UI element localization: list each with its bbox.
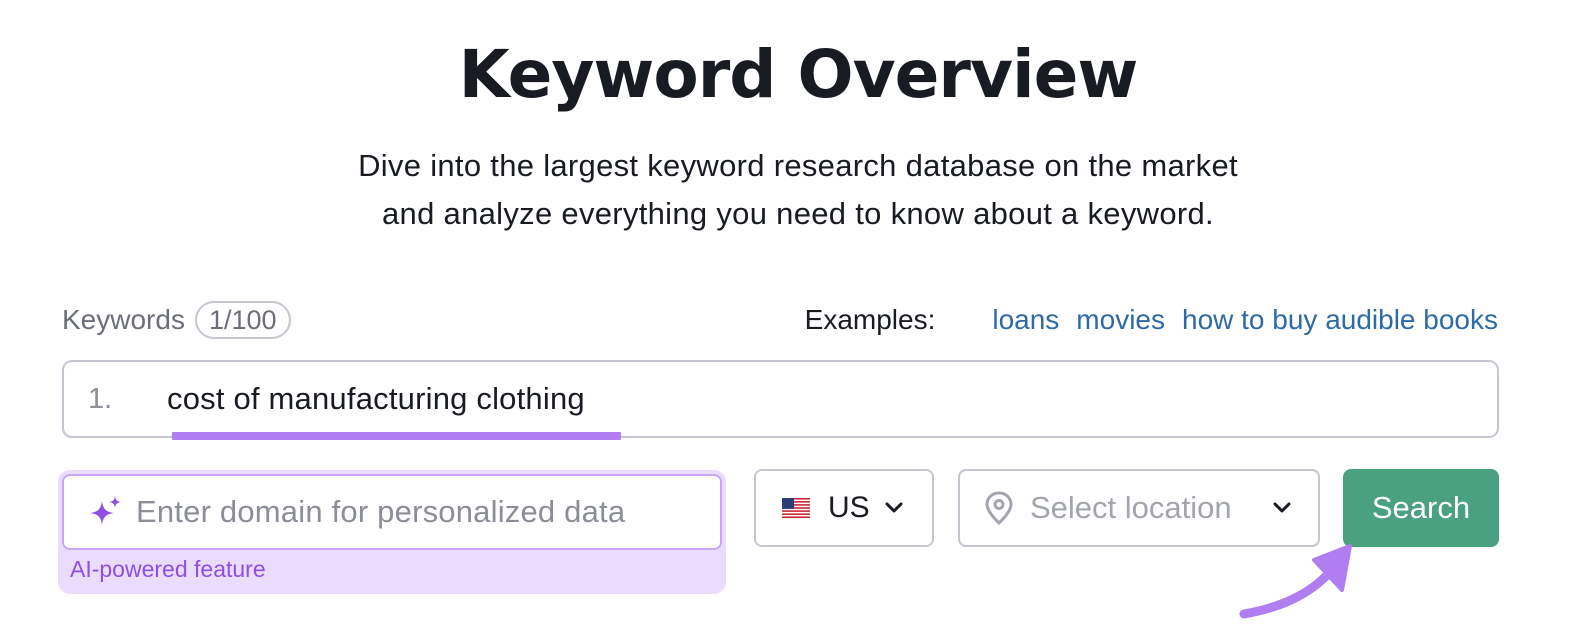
subtitle-line-1: Dive into the largest keyword research d… xyxy=(358,148,1238,183)
keywords-label: Keywords xyxy=(62,304,185,335)
subtitle-line-2: and analyze everything you need to know … xyxy=(382,196,1214,231)
location-select[interactable]: Select location xyxy=(958,469,1320,547)
examples-label: Examples: xyxy=(804,304,936,335)
pointer-arrow-icon xyxy=(1239,544,1352,619)
location-placeholder: Select location xyxy=(1030,490,1232,525)
keywords-count-badge: 1/100 xyxy=(194,301,291,339)
location-pin-icon xyxy=(985,491,1013,525)
ai-feature-note: AI-powered feature xyxy=(70,556,266,582)
chevron-down-icon xyxy=(885,502,903,513)
us-flag-icon xyxy=(782,498,810,518)
keyword-line-number: 1. xyxy=(88,383,113,415)
example-link-movies[interactable]: movies xyxy=(1076,304,1165,336)
keyword-input-box[interactable]: 1. cost of manufacturing clothing xyxy=(62,360,1499,440)
page-subtitle: Dive into the largest keyword research d… xyxy=(0,142,1596,238)
keyword-input-value[interactable]: cost of manufacturing clothing xyxy=(167,362,585,436)
chevron-down-icon xyxy=(1273,502,1291,513)
country-select[interactable]: US xyxy=(754,469,934,547)
ai-domain-panel: Enter domain for personalized data AI-po… xyxy=(58,470,726,594)
example-link-loans[interactable]: loans xyxy=(992,304,1059,336)
example-link-audible-books[interactable]: how to buy audible books xyxy=(1182,304,1498,336)
examples-row: Examples: loans movies how to buy audibl… xyxy=(805,300,1498,340)
page-title: Keyword Overview xyxy=(458,36,1139,113)
country-code: US xyxy=(828,491,870,524)
sparkle-icon xyxy=(88,495,122,529)
domain-input[interactable]: Enter domain for personalized data xyxy=(62,474,722,550)
keyword-highlight-underline xyxy=(172,432,621,440)
search-button[interactable]: Search xyxy=(1343,469,1499,547)
domain-input-placeholder: Enter domain for personalized data xyxy=(136,494,626,529)
keywords-header: Keywords 1/100 xyxy=(62,300,291,340)
